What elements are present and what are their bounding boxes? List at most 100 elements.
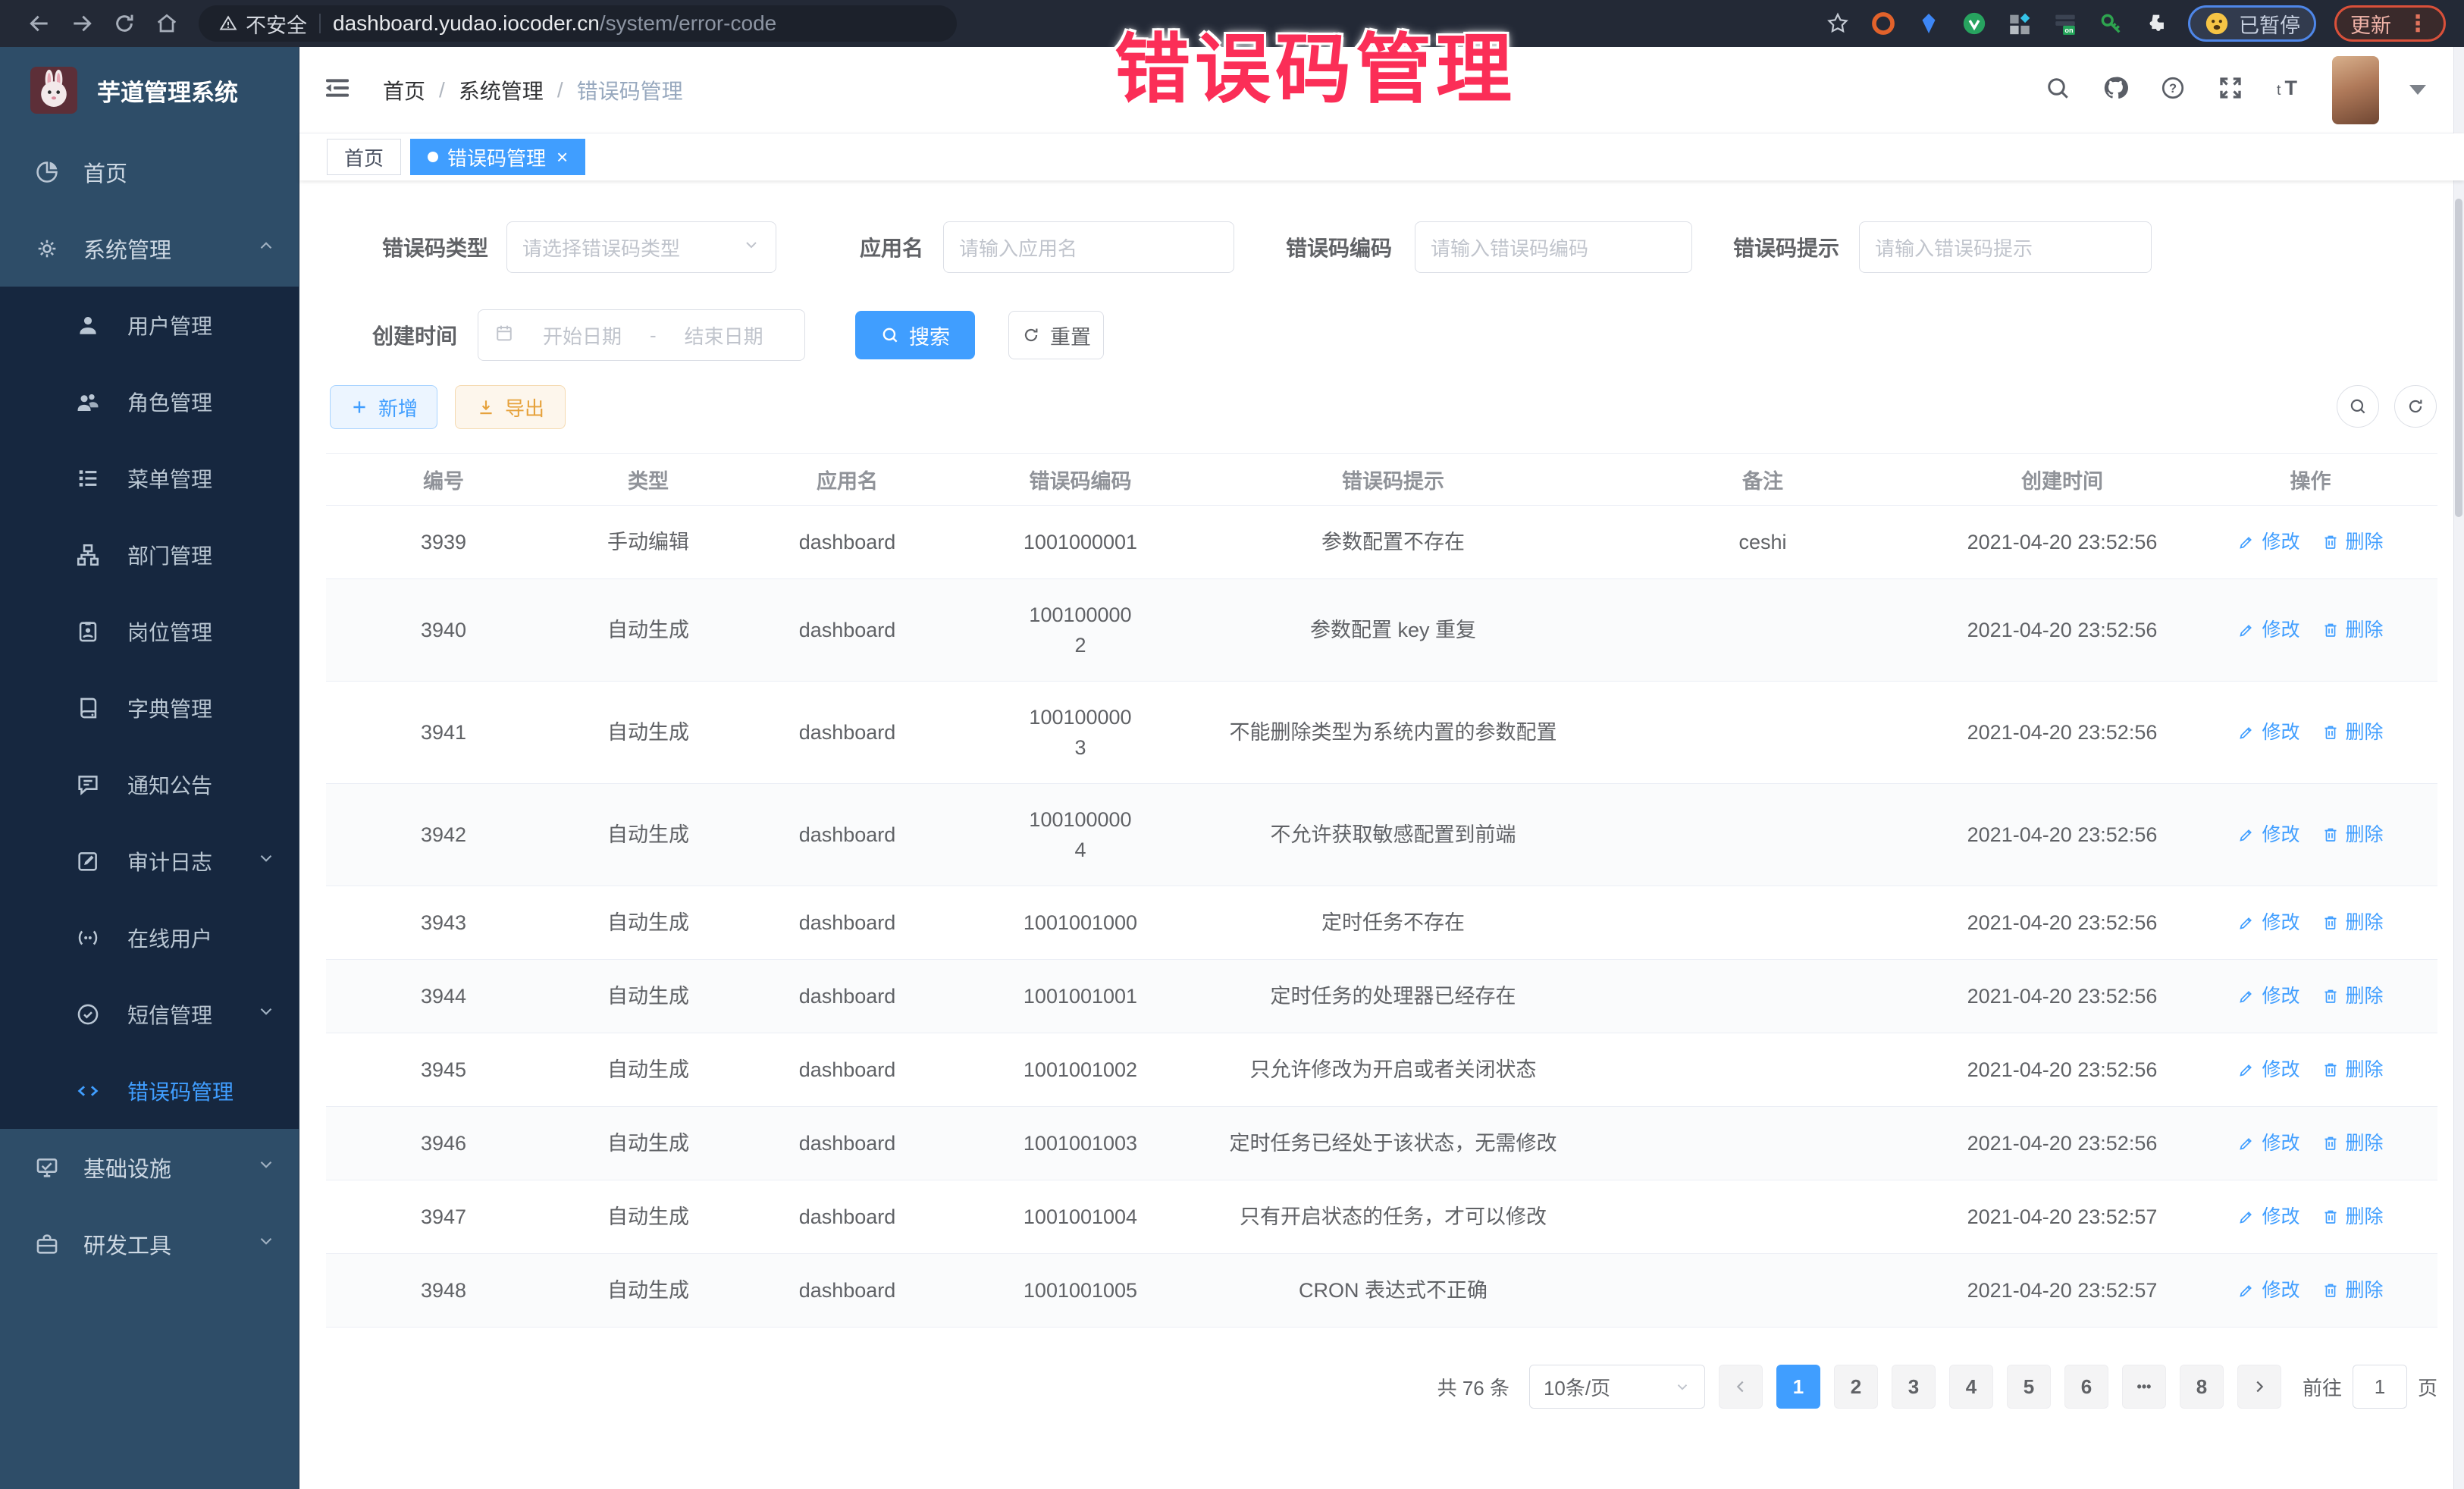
fullscreen-icon[interactable] [2217, 74, 2244, 105]
avatar-dropdown-caret-icon[interactable] [2409, 85, 2426, 95]
infra-icon [32, 1155, 62, 1180]
sidebar-item-notice-announcement[interactable]: 通知公告 [0, 746, 299, 823]
sidebar-item-error-code-management[interactable]: 错误码管理 [0, 1052, 299, 1129]
sidebar-item-online-users[interactable]: 在线用户 [0, 899, 299, 976]
delete-link[interactable]: 删除 [2321, 820, 2384, 850]
pager-page-3[interactable]: 3 [1892, 1365, 1936, 1409]
sidebar-item-dict-management[interactable]: 字典管理 [0, 669, 299, 746]
edit-link[interactable]: 修改 [2237, 820, 2299, 850]
browser-forward-icon[interactable] [61, 7, 103, 40]
breadcrumb-item[interactable]: 系统管理 [459, 75, 544, 105]
browser-home-icon[interactable] [146, 7, 188, 40]
delete-link[interactable]: 删除 [2321, 527, 2384, 557]
pager-page-6[interactable]: 6 [2064, 1365, 2108, 1409]
sidebar-item-label: 错误码管理 [127, 1076, 234, 1106]
address-bar[interactable]: 不安全 dashboard.yudao.iocoder.cn/system/er… [199, 5, 957, 42]
sidebar-item-sms-management[interactable]: 短信管理 [0, 976, 299, 1052]
font-size-icon[interactable]: tT [2274, 74, 2302, 105]
hamburger-icon[interactable] [322, 73, 353, 107]
goto-page-input[interactable] [2353, 1365, 2407, 1409]
edit-link[interactable]: 修改 [2237, 1055, 2299, 1085]
tag-active[interactable]: 错误码管理× [410, 139, 585, 175]
extension-grid-icon[interactable] [2006, 10, 2033, 37]
sidebar-item-post-management[interactable]: 岗位管理 [0, 593, 299, 669]
search-button[interactable]: 搜索 [855, 311, 975, 359]
extension-key-icon[interactable] [2097, 10, 2124, 37]
edit-link[interactable]: 修改 [2237, 1128, 2299, 1158]
row-actions: 修改删除 [2183, 579, 2437, 682]
edit-link[interactable]: 修改 [2237, 527, 2299, 557]
pager-page-1[interactable]: 1 [1776, 1365, 1820, 1409]
edit-link[interactable]: 修改 [2237, 908, 2299, 938]
delete-link[interactable]: 删除 [2321, 1275, 2384, 1306]
sidebar-item-infrastructure[interactable]: 基础设施 [0, 1129, 299, 1205]
column-header: 操作 [2183, 454, 2437, 506]
browser-menu-icon[interactable]: ⋮ [2406, 11, 2430, 37]
delete-link[interactable]: 删除 [2321, 908, 2384, 938]
row-type: 自动生成 [561, 784, 735, 886]
error-code-input[interactable]: 请输入错误码编码 [1415, 221, 1692, 273]
sidebar-item-user-management[interactable]: 用户管理 [0, 287, 299, 363]
tag-close-icon[interactable]: × [556, 146, 568, 169]
help-icon[interactable]: ? [2159, 74, 2187, 105]
app-logo[interactable]: 芋道管理系统 [0, 47, 299, 133]
row-memo [1585, 886, 1941, 960]
page-size-select[interactable]: 10条/页 [1529, 1365, 1705, 1409]
calendar-icon [494, 322, 515, 349]
export-button[interactable]: 导出 [455, 385, 566, 429]
delete-trash-icon [2321, 533, 2340, 551]
sidebar-item-system-management[interactable]: 系统管理 [0, 210, 299, 287]
add-button[interactable]: 新增 [330, 385, 437, 429]
browser-reload-icon[interactable] [103, 7, 146, 40]
scrollbar-thumb[interactable] [2455, 199, 2462, 517]
extension-green-check-icon[interactable] [1961, 10, 1988, 37]
pager-page-5[interactable]: 5 [2007, 1365, 2051, 1409]
scrollbar-track[interactable] [2453, 47, 2464, 1489]
refresh-table-button[interactable] [2394, 385, 2437, 428]
pager-more[interactable]: ••• [2122, 1365, 2166, 1409]
tag-item[interactable]: 首页 [327, 139, 401, 175]
pager-page-4[interactable]: 4 [1949, 1365, 1993, 1409]
extension-puzzle-icon[interactable] [2143, 10, 2170, 37]
github-icon[interactable] [2102, 74, 2129, 105]
edit-link[interactable]: 修改 [2237, 981, 2299, 1011]
toggle-search-button[interactable] [2337, 385, 2379, 428]
not-secure-warning[interactable]: 不安全 [218, 9, 307, 39]
profile-paused-badge[interactable]: 已暂停 [2188, 5, 2316, 42]
error-code-type-select[interactable]: 请选择错误码类型 [506, 221, 776, 273]
extension-ublock-icon[interactable] [1870, 10, 1897, 37]
app-name-input[interactable]: 请输入应用名 [943, 221, 1234, 273]
delete-link[interactable]: 删除 [2321, 615, 2384, 645]
create-time-range-picker[interactable]: 开始日期 - 结束日期 [478, 309, 805, 361]
extension-on-badge-icon[interactable]: on [2052, 10, 2079, 37]
error-hint-input[interactable]: 请输入错误码提示 [1859, 221, 2152, 273]
prev-page-button[interactable] [1719, 1365, 1763, 1409]
delete-link[interactable]: 删除 [2321, 1202, 2384, 1232]
pager-page-8[interactable]: 8 [2180, 1365, 2224, 1409]
sidebar-item-dev-tools[interactable]: 研发工具 [0, 1205, 299, 1282]
extension-gem-icon[interactable] [1915, 10, 1942, 37]
delete-link[interactable]: 删除 [2321, 1055, 2384, 1085]
edit-link[interactable]: 修改 [2237, 717, 2299, 748]
edit-link[interactable]: 修改 [2237, 1202, 2299, 1232]
header-search-icon[interactable] [2044, 74, 2071, 105]
sidebar-item-role-management[interactable]: 角色管理 [0, 363, 299, 440]
bookmark-star-icon[interactable] [1824, 10, 1851, 37]
sidebar-item-menu-management[interactable]: 菜单管理 [0, 440, 299, 516]
user-avatar[interactable] [2332, 56, 2379, 124]
delete-link[interactable]: 删除 [2321, 1128, 2384, 1158]
edit-link[interactable]: 修改 [2237, 1275, 2299, 1306]
browser-update-button[interactable]: 更新 ⋮ [2334, 5, 2446, 42]
sidebar-item-dept-management[interactable]: 部门管理 [0, 516, 299, 593]
pager-page-2[interactable]: 2 [1834, 1365, 1878, 1409]
breadcrumb-item[interactable]: 首页 [383, 75, 425, 105]
next-page-button[interactable] [2237, 1365, 2281, 1409]
edit-link[interactable]: 修改 [2237, 615, 2299, 645]
delete-link[interactable]: 删除 [2321, 717, 2384, 748]
sidebar-item-home[interactable]: 首页 [0, 133, 299, 210]
browser-back-icon[interactable] [18, 7, 61, 40]
delete-link[interactable]: 删除 [2321, 981, 2384, 1011]
row-created-time: 2021-04-20 23:52:56 [1941, 682, 2183, 784]
sidebar-item-audit-log[interactable]: 审计日志 [0, 823, 299, 899]
reset-button[interactable]: 重置 [1008, 311, 1104, 359]
